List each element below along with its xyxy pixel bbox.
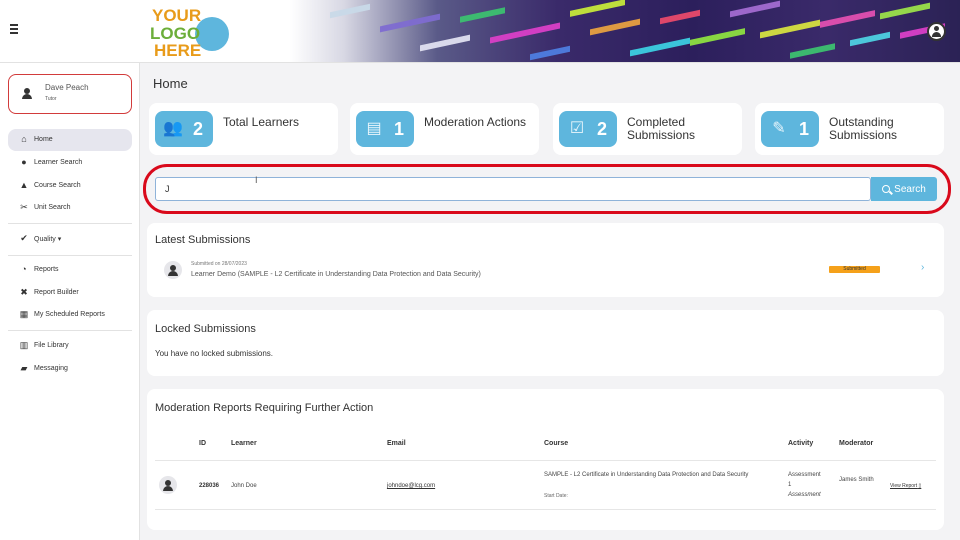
stat-badge: 👥 2 xyxy=(155,111,213,147)
sidebar-divider xyxy=(8,255,132,256)
svg-text:HERE: HERE xyxy=(154,41,201,60)
avatar xyxy=(159,476,177,494)
row-course: SAMPLE - L2 Certificate in Understanding… xyxy=(544,472,749,478)
profile-card[interactable]: Dave Peach Tutor xyxy=(8,74,132,114)
library-icon: ▥ xyxy=(19,340,29,350)
top-header: YOUR LOGO HERE xyxy=(0,0,960,63)
tools-icon: ✖ xyxy=(20,287,28,297)
sidebar-item-unit-search[interactable]: ✂ Unit Search xyxy=(8,197,132,219)
column-header-course: Course xyxy=(544,440,569,447)
sidebar-divider xyxy=(8,223,132,224)
sidebar-item-report-builder[interactable]: ✖ Report Builder xyxy=(8,282,132,304)
stat-card-outstanding-submissions[interactable]: ✎ 1 Outstanding Submissions xyxy=(755,103,944,155)
user-search-icon: ● xyxy=(21,157,27,167)
row-email-link[interactable]: johndoe@lcg.com xyxy=(387,481,435,491)
search-button[interactable]: Search xyxy=(871,177,937,201)
stat-label: Moderation Actions xyxy=(424,115,527,129)
page-title: Home xyxy=(153,76,188,91)
sidebar: Dave Peach Tutor ⌂ Home ● Learner Search… xyxy=(0,63,140,540)
table-divider xyxy=(155,509,936,510)
stat-label: Total Learners xyxy=(223,115,300,129)
sidebar-item-course-search[interactable]: ▲ Course Search xyxy=(8,175,132,197)
sidebar-item-home[interactable]: ⌂ Home xyxy=(8,129,132,151)
view-report-link[interactable]: View Report ▯ xyxy=(890,481,921,491)
sidebar-divider xyxy=(8,330,132,331)
header-banner xyxy=(290,0,960,62)
avatar xyxy=(164,261,182,279)
comment-icon: ▰ xyxy=(20,363,28,373)
panel-title: Moderation Reports Requiring Further Act… xyxy=(155,402,374,414)
unit-icon: ✂ xyxy=(20,202,28,212)
status-badge: Submitted xyxy=(829,266,880,273)
row-id: 228036 xyxy=(199,483,220,489)
stat-badge: ▤ 1 xyxy=(356,111,414,147)
column-header-id: ID xyxy=(199,440,206,447)
pie-chart-icon: ◔ xyxy=(21,264,27,274)
stat-card-total-learners[interactable]: 👥 2 Total Learners xyxy=(149,103,338,155)
sidebar-item-learner-search[interactable]: ● Learner Search xyxy=(8,152,132,174)
course-icon: ▲ xyxy=(19,180,29,190)
empty-message: You have no locked submissions. xyxy=(155,349,273,358)
caret-down-icon: ▾ xyxy=(57,236,62,243)
sidebar-item-reports[interactable]: ◔ Reports xyxy=(8,259,132,281)
stat-badge: ✎ 1 xyxy=(761,111,819,147)
stat-badge: ☑ 2 xyxy=(559,111,617,147)
column-header-activity: Activity xyxy=(788,440,814,447)
users-icon: 👥 xyxy=(163,120,183,137)
locked-submissions-panel: Locked Submissions You have no locked su… xyxy=(147,310,944,376)
panel-title: Latest Submissions xyxy=(155,234,251,246)
document-check-icon: ☑ xyxy=(569,120,585,137)
column-header-moderator: Moderator xyxy=(839,440,874,447)
document-edit-icon: ✎ xyxy=(772,120,786,137)
moderation-reports-panel: Moderation Reports Requiring Further Act… xyxy=(147,389,944,530)
search-icon xyxy=(882,184,891,193)
logo[interactable]: YOUR LOGO HERE xyxy=(148,4,240,60)
document-icon: ▤ xyxy=(366,120,382,137)
text-cursor-icon: I xyxy=(255,175,258,185)
row-start-date: Start Date: xyxy=(544,493,568,499)
column-header-learner: Learner xyxy=(231,440,257,447)
table-divider xyxy=(155,460,936,461)
row-moderator: James Smith xyxy=(839,477,874,483)
stat-card-moderation-actions[interactable]: ▤ 1 Moderation Actions xyxy=(350,103,539,155)
chevron-right-icon[interactable]: › xyxy=(921,262,924,273)
account-icon[interactable] xyxy=(927,22,946,41)
profile-name: Dave Peach xyxy=(45,83,89,92)
search-input[interactable] xyxy=(155,177,871,201)
user-icon xyxy=(22,88,32,99)
stat-label: Completed Submissions xyxy=(627,115,696,142)
submission-date: Submitted on 28/07/2023 xyxy=(191,261,247,267)
stat-label: Outstanding Submissions xyxy=(829,115,898,142)
check-circle-icon: ✔ xyxy=(20,233,28,243)
sidebar-item-my-scheduled-reports[interactable]: ▦ My Scheduled Reports xyxy=(8,304,132,326)
panel-title: Locked Submissions xyxy=(155,323,256,335)
home-icon: ⌂ xyxy=(21,134,27,144)
stat-card-completed-submissions[interactable]: ☑ 2 Completed Submissions xyxy=(553,103,742,155)
latest-submissions-panel: Latest Submissions Submitted on 28/07/20… xyxy=(147,223,944,297)
submission-text: Learner Demo (SAMPLE - L2 Certificate in… xyxy=(191,271,481,278)
column-header-email: Email xyxy=(387,440,406,447)
row-learner: John Doe xyxy=(231,483,257,489)
sidebar-item-file-library[interactable]: ▥ File Library xyxy=(8,335,132,357)
row-activity: Assessment 1 Assessment xyxy=(788,472,821,498)
profile-role: Tutor xyxy=(45,96,57,102)
list-item[interactable]: Submitted on 28/07/2023 Learner Demo (SA… xyxy=(155,256,936,288)
menu-icon[interactable] xyxy=(10,24,20,34)
clipboard-icon: ▯ xyxy=(918,483,922,489)
svg-text:YOUR: YOUR xyxy=(152,6,201,25)
calendar-icon: ▦ xyxy=(19,309,29,319)
sidebar-item-messaging[interactable]: ▰ Messaging xyxy=(8,358,132,380)
sidebar-item-quality[interactable]: ✔ Quality ▾ xyxy=(8,228,132,250)
